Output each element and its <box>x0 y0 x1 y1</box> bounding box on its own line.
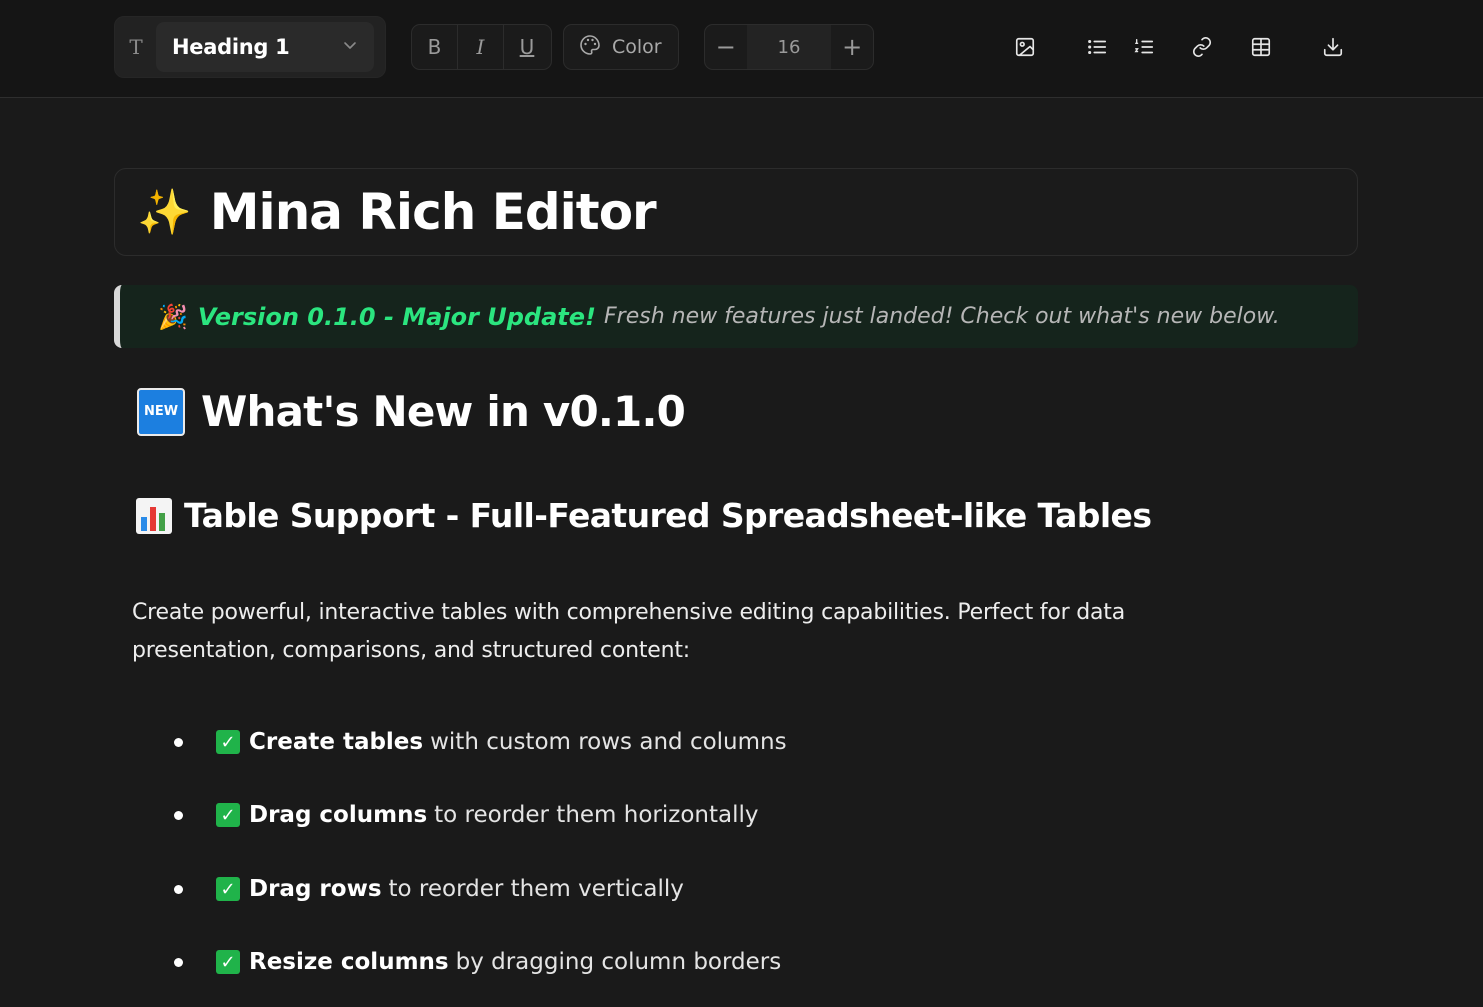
callout-highlight: Version 0.1.0 - Major Update! <box>197 302 596 331</box>
callout-text: Fresh new features just landed! Check ou… <box>604 304 1280 329</box>
underline-icon: U <box>519 35 535 59</box>
table-icon[interactable] <box>1250 36 1274 60</box>
intro-paragraph[interactable]: Create powerful, interactive tables with… <box>132 594 1252 670</box>
italic-icon: I <box>476 35 485 59</box>
list-item-bold: Create tables <box>249 729 424 755</box>
bullet-list-icon[interactable] <box>1086 36 1110 60</box>
increase-size-button[interactable]: + <box>831 33 873 61</box>
table-support-heading[interactable]: Table Support - Full-Featured Spreadshee… <box>136 496 1152 535</box>
list-item[interactable]: ✓ Create tables with custom rows and col… <box>172 722 787 762</box>
heading-3-text: Table Support - Full-Featured Spreadshee… <box>184 496 1152 535</box>
palette-icon <box>578 33 602 62</box>
bullet-dot <box>174 737 183 747</box>
bullet-dot <box>174 884 183 894</box>
new-badge-icon: NEW <box>137 387 185 436</box>
decrease-size-button[interactable]: − <box>705 33 747 61</box>
list-item-text: to reorder them horizontally <box>434 802 759 828</box>
list-item[interactable]: ✓ Drag rows to reorder them vertically <box>172 869 684 909</box>
format-group: B I U <box>411 24 552 70</box>
list-item-bold: Resize columns <box>249 949 449 975</box>
bar-chart-icon <box>136 497 172 534</box>
sparkles-icon: ✨ <box>137 187 192 238</box>
list-item[interactable]: ✓ Resize columns by dragging column bord… <box>172 942 781 982</box>
check-mark-icon: ✓ <box>216 803 240 827</box>
bold-icon: B <box>427 35 442 59</box>
text-type-icon: T <box>129 35 143 59</box>
color-button[interactable]: Color <box>563 24 679 70</box>
party-popper-icon: 🎉 <box>158 302 188 331</box>
list-item-bold: Drag columns <box>249 802 428 828</box>
heading-2-text: What's New in v0.1.0 <box>201 387 686 436</box>
font-size-group: − 16 + <box>704 24 874 70</box>
whats-new-heading[interactable]: NEW What's New in v0.1.0 <box>137 387 686 436</box>
check-mark-icon: ✓ <box>216 877 240 901</box>
download-icon[interactable] <box>1322 36 1346 60</box>
check-mark-icon: ✓ <box>216 950 240 974</box>
color-label: Color <box>612 36 662 58</box>
font-size-value[interactable]: 16 <box>746 25 832 69</box>
title-block[interactable]: ✨ Mina Rich Editor <box>114 168 1358 256</box>
bold-button[interactable]: B <box>412 25 458 69</box>
block-type-select[interactable]: Heading 1 <box>156 22 374 72</box>
check-mark-icon: ✓ <box>216 730 240 754</box>
block-type-group: T Heading 1 <box>114 16 386 78</box>
chevron-down-icon <box>342 37 358 57</box>
list-item-text: with custom rows and columns <box>430 729 787 755</box>
list-item-bold: Drag rows <box>249 876 382 902</box>
editor-toolbar: T Heading 1 B I U Color − 16 + <box>0 0 1483 98</box>
list-item[interactable]: ✓ Drag columns to reorder them horizonta… <box>172 795 758 835</box>
bullet-dot <box>174 957 183 967</box>
document-title: Mina Rich Editor <box>209 183 657 241</box>
list-item-text: to reorder them vertically <box>388 876 684 902</box>
italic-button[interactable]: I <box>458 25 504 69</box>
link-icon[interactable] <box>1191 36 1215 60</box>
bullet-dot <box>174 810 183 820</box>
callout-block[interactable]: 🎉 Version 0.1.0 - Major Update! Fresh ne… <box>114 285 1358 348</box>
block-type-label: Heading 1 <box>172 35 290 59</box>
list-item-text: by dragging column borders <box>455 949 782 975</box>
image-icon[interactable] <box>1014 36 1038 60</box>
numbered-list-icon[interactable] <box>1133 36 1157 60</box>
underline-button[interactable]: U <box>504 25 550 69</box>
